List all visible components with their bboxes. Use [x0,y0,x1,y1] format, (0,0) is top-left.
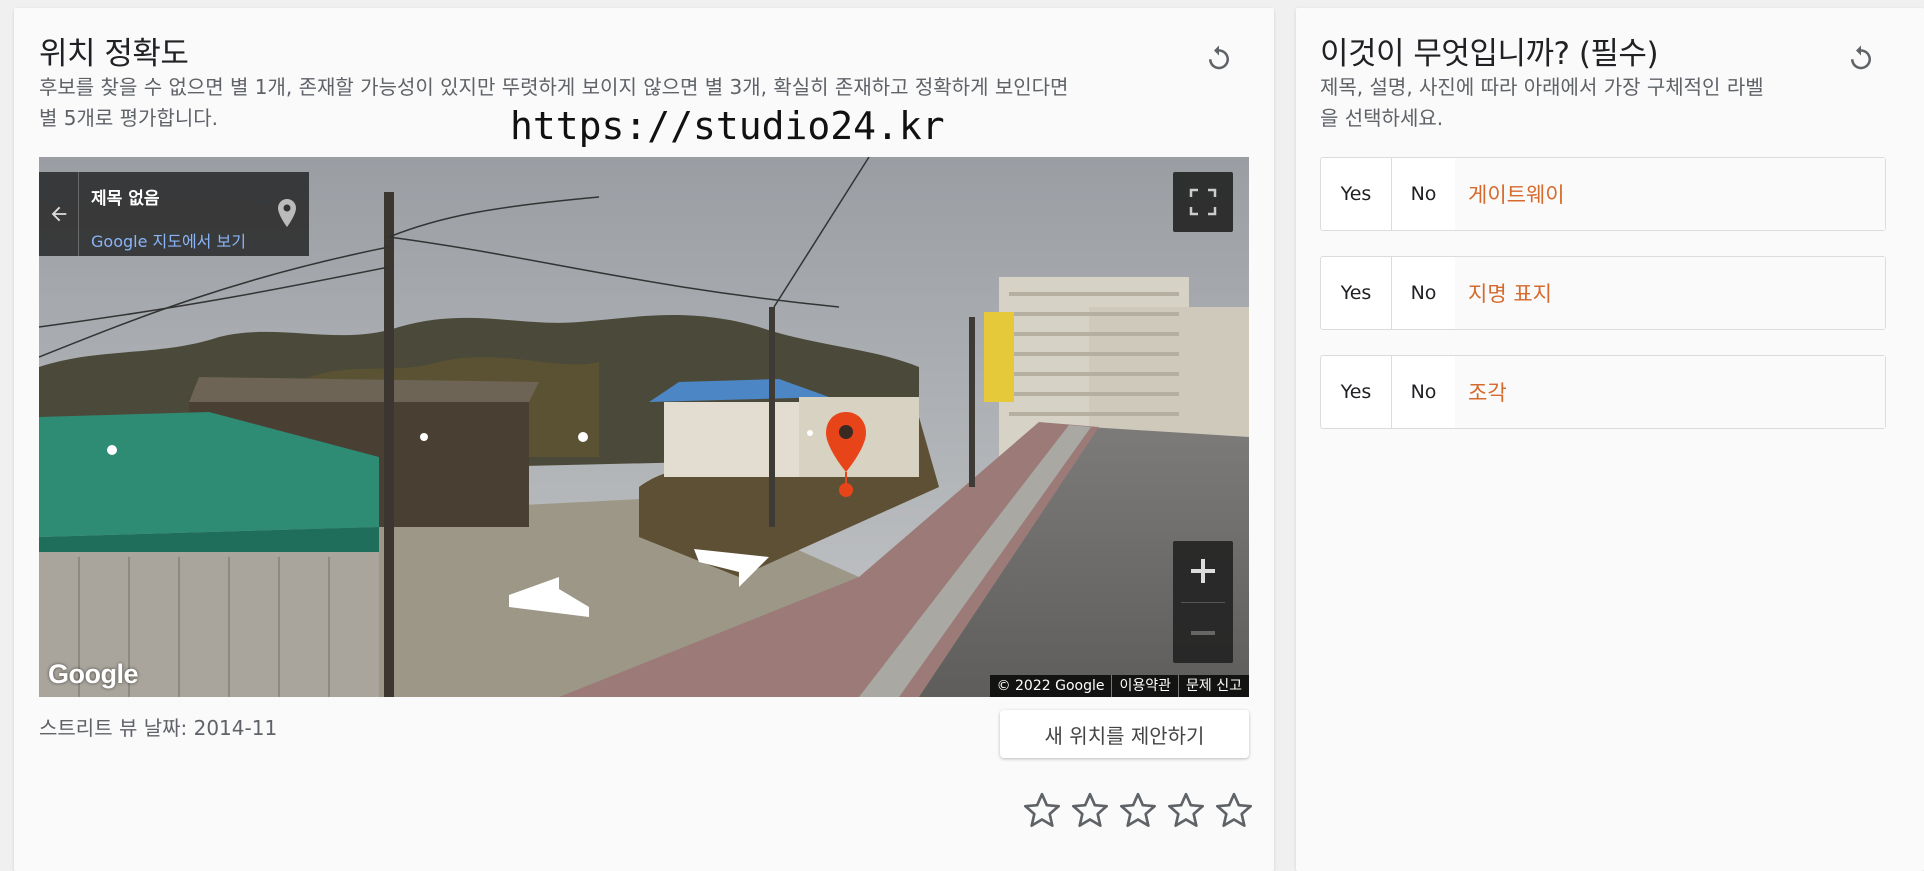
category-card: 이것이 무엇입니까? (필수) 제목, 설명, 사진에 따라 아래에서 가장 구… [1296,8,1924,871]
no-button[interactable]: No [1392,257,1455,329]
fullscreen-icon [1189,188,1217,216]
zoom-control [1173,541,1233,663]
option-row-place-sign: Yes No 지명 표지 [1320,256,1886,330]
street-view-info-panel: 제목 없음 Google 지도에서 보기 [39,172,309,256]
zoom-in-button[interactable] [1173,541,1233,601]
option-label: 조각 [1455,356,1885,428]
option-label: 지명 표지 [1455,257,1885,329]
arrow-left-icon [51,206,66,222]
street-view-panorama[interactable]: 제목 없음 Google 지도에서 보기 Google © 2022 Googl… [39,157,1249,697]
fullscreen-button[interactable] [1173,172,1233,232]
place-title: 제목 없음 [91,189,160,209]
map-footer: © 2022 Google 이용약관 문제 신고 [989,675,1249,697]
star-5-icon[interactable] [1214,790,1254,830]
yes-button[interactable]: Yes [1321,257,1392,329]
refresh-icon [1851,45,1871,70]
option-row-sculpture: Yes No 조각 [1320,355,1886,429]
description-line: 제목, 설명, 사진에 따라 아래에서 가장 구체적인 라벨 [1320,75,1764,99]
no-button[interactable]: No [1392,158,1455,230]
location-pin-icon [826,412,866,497]
map-pin-icon [278,199,296,227]
star-2-icon[interactable] [1070,790,1110,830]
card-title: 이것이 무엇입니까? (필수) [1320,36,1659,72]
street-view-date: 스트리트 뷰 날짜: 2014-11 [39,716,278,740]
open-in-maps-link[interactable]: Google 지도에서 보기 [91,228,246,252]
option-label: 게이트웨이 [1455,158,1885,230]
description-line: 을 선택하세요. [1320,106,1444,130]
star-4-icon[interactable] [1166,790,1206,830]
watermark-url: https://studio24.kr [510,104,945,148]
reset-button[interactable] [1841,38,1881,78]
minus-icon [1191,631,1215,635]
google-logo: Google [48,659,139,689]
refresh-icon [1209,45,1229,70]
suggest-location-button[interactable]: 새 위치를 제안하기 [1000,710,1249,758]
yes-button[interactable]: Yes [1321,356,1392,428]
star-3-icon[interactable] [1118,790,1158,830]
no-button[interactable]: No [1392,356,1455,428]
option-row-gateway: Yes No 게이트웨이 [1320,157,1886,231]
report-link[interactable]: 문제 신고 [1178,675,1249,697]
reset-button[interactable] [1199,38,1239,78]
back-button[interactable] [39,172,79,256]
plus-icon [1191,559,1215,583]
card-description: 제목, 설명, 사진에 따라 아래에서 가장 구체적인 라벨 을 선택하세요. [1320,72,1820,134]
card-title: 위치 정확도 [39,36,189,72]
star-1-icon[interactable] [1022,790,1062,830]
zoom-out-button[interactable] [1173,603,1233,663]
star-rating [1022,790,1254,830]
description-line: 후보를 찾을 수 없으면 별 1개, 존재할 가능성이 있지만 뚜렷하게 보이지… [39,75,1069,99]
terms-link[interactable]: 이용약관 [1111,675,1178,697]
copyright-text: © 2022 Google [996,678,1105,694]
yes-button[interactable]: Yes [1321,158,1392,230]
